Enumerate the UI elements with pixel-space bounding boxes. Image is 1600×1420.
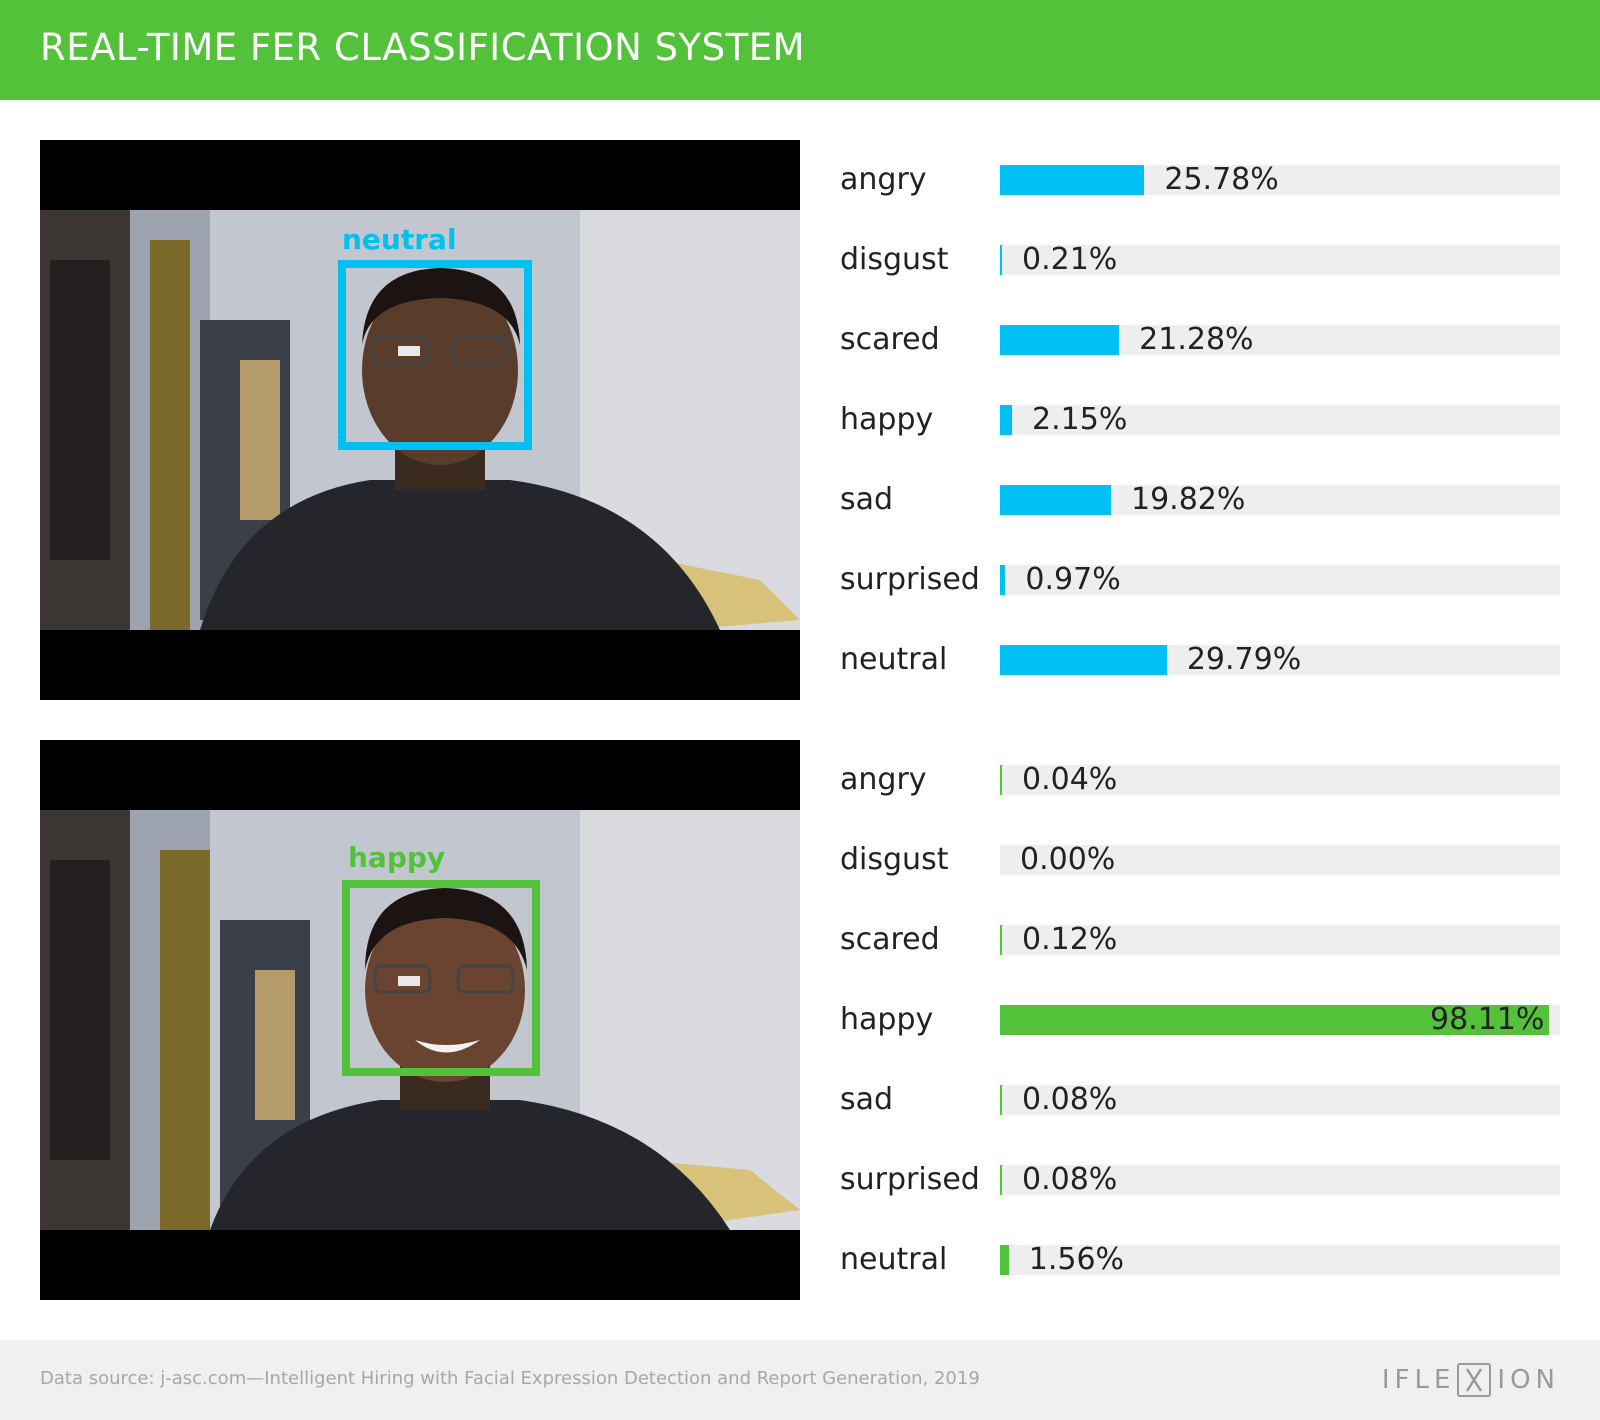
bar-row-neutral: neutral 1.56% [840,1240,1560,1280]
probability-chart-happy: angry 0.04% disgust 0.00% scared 0.12% happy 98… [840,740,1560,1300]
value-label: 98.11% [1430,1002,1545,1037]
x-bracket-icon [1457,1363,1492,1397]
category-label: scared [840,322,940,357]
bar [1000,565,1006,595]
bar [1000,765,1002,795]
bar-row-surprised: surprised 0.08% [840,1160,1560,1200]
category-label: surprised [840,1162,980,1197]
bar-track [1000,325,1560,355]
bar-track [1000,165,1560,195]
category-label: neutral [840,642,948,677]
bar-track [1000,485,1560,515]
bar-row-angry: angry 0.04% [840,760,1560,800]
value-label: 0.97% [1025,562,1121,597]
header-bar: REAL-TIME FER CLASSIFICATION SYSTEM [0,0,1600,100]
category-label: neutral [840,1242,948,1277]
category-label: happy [840,1002,934,1037]
value-label: 1.56% [1028,1242,1125,1277]
webcam-frame-icon [40,740,800,1300]
category-label: disgust [840,842,949,877]
value-label: 29.79% [1186,642,1302,677]
category-label: surprised [840,562,980,597]
bar [1000,325,1120,355]
bar-row-sad: sad 19.82% [840,480,1560,520]
bar-row-scared: scared 21.28% [840,320,1560,360]
value-label: 19.82% [1130,482,1246,517]
bar-row-disgust: disgust 0.00% [840,840,1560,880]
probability-chart-neutral: angry 25.78% disgust 0.21% scared 21.28% happy… [840,140,1560,700]
value-label: 0.08% [1022,1162,1118,1197]
category-label: happy [840,402,934,437]
value-label: 0.08% [1022,1082,1118,1117]
bar [1000,245,1002,275]
bar-row-happy: happy 2.15% [840,400,1560,440]
bar [1000,1245,1009,1275]
bar-row-disgust: disgust 0.21% [840,240,1560,280]
value-label: 0.12% [1022,922,1118,957]
bar-row-scared: scared 0.12% [840,920,1560,960]
footer: Data source: j-asc.com—Intelligent Hirin… [0,1340,1600,1420]
webcam-frame-happy: happy [40,740,800,1300]
value-label: 25.78% [1164,162,1279,197]
detection-label: neutral [342,223,457,256]
bar-row-happy: happy 98.11% [840,1000,1560,1040]
bar [1000,645,1167,675]
value-label: 2.15% [1032,402,1128,437]
bar-row-angry: angry 25.78% [840,160,1560,200]
bar-row-surprised: surprised 0.97% [840,560,1560,600]
value-label: 21.28% [1139,322,1254,357]
bar [1000,405,1013,435]
panel-happy: happy angry 0.04% disgust 0.00% scared 0.12% h… [0,740,1600,1300]
page-title: REAL-TIME FER CLASSIFICATION SYSTEM [40,26,806,69]
bar [1000,925,1002,955]
bar-row-neutral: neutral 29.79% [840,640,1560,680]
logo-text-right: ION [1497,1365,1560,1395]
value-label: 0.00% [1020,842,1116,877]
category-label: angry [840,762,927,797]
logo-text-left: IFLE [1381,1365,1456,1395]
category-label: disgust [840,242,949,277]
webcam-frame-neutral: neutral [40,140,800,700]
data-source: Data source: j-asc.com—Intelligent Hirin… [40,1368,980,1389]
bar [1000,485,1111,515]
value-label: 0.04% [1022,762,1118,797]
category-label: sad [840,1082,894,1117]
bar-row-sad: sad 0.08% [840,1080,1560,1120]
bar [1000,1165,1002,1195]
detection-label: happy [348,841,446,874]
category-label: scared [840,922,940,957]
brand-logo: IFLE ION [1382,1362,1560,1398]
value-label: 0.21% [1022,242,1118,277]
category-label: angry [840,162,927,197]
bar [1000,165,1145,195]
bar [1000,1085,1002,1115]
category-label: sad [840,482,894,517]
panel-neutral: neutral angry 25.78% disgust 0.21% scared 21.… [0,140,1600,700]
